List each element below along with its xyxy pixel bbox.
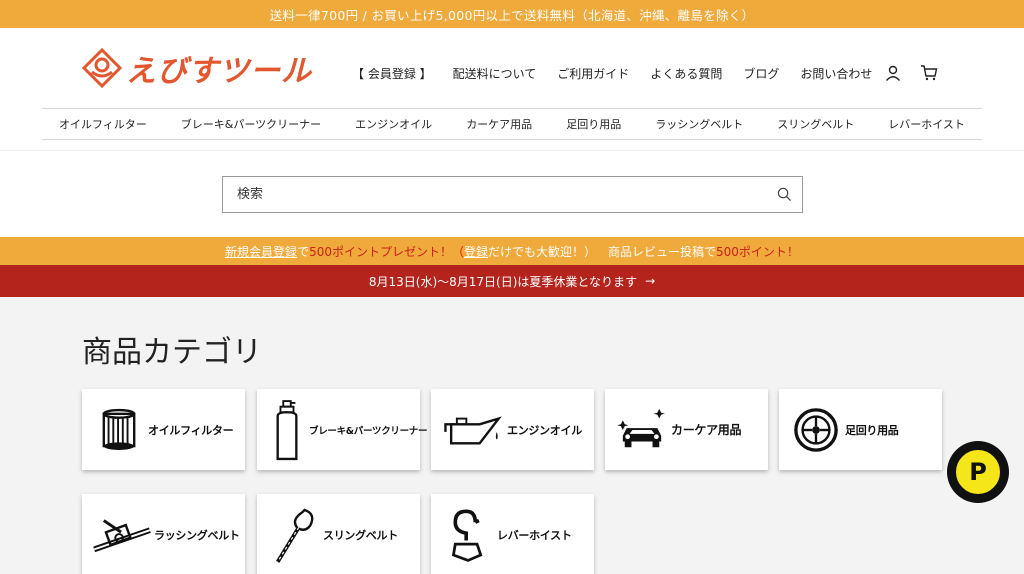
category-card-sling-belt[interactable]: スリングベルト: [257, 494, 420, 574]
category-label: カーケア用品: [671, 423, 742, 437]
points-badge[interactable]: P: [947, 441, 1009, 503]
notice-text: 8月13日(水)〜8月17日(日)は夏季休業となります: [368, 274, 638, 289]
category-label: ブレーキ&パーツクリーナー: [309, 425, 428, 437]
site-logo[interactable]: えびすツール: [82, 46, 312, 90]
hook-icon: [439, 504, 497, 566]
promo-register-link-2[interactable]: 登録: [464, 243, 488, 260]
section-title: 商品カテゴリ: [82, 335, 262, 370]
search-input[interactable]: [237, 187, 766, 202]
promo-text: で: [297, 244, 310, 259]
spray-can-icon: [265, 399, 309, 461]
promo-register-link[interactable]: 新規会員登録: [225, 243, 297, 260]
tire-icon: [787, 399, 845, 461]
notice-bar[interactable]: 8月13日(水)〜8月17日(日)は夏季休業となります →: [0, 265, 1024, 297]
category-card-lever-hoist[interactable]: レバーホイスト: [431, 494, 594, 574]
category-label: レバーホイスト: [497, 528, 572, 542]
nav-guide[interactable]: ご利用ガイド: [557, 65, 629, 82]
catnav-lashing-belt[interactable]: ラッシングベルト: [655, 116, 743, 132]
category-label: 足回り用品: [845, 423, 899, 437]
catnav-suspension[interactable]: 足回り用品: [566, 116, 621, 132]
arrow-right-icon: →: [645, 274, 656, 288]
nav-contact[interactable]: お問い合わせ: [800, 65, 872, 82]
nav-member-register[interactable]: 【 会員登録 】: [352, 65, 432, 82]
site-header: えびすツール 【 会員登録 】 配送料について ご利用ガイド よくある質問 ブロ…: [0, 28, 1024, 150]
cart-icon[interactable]: [920, 64, 938, 82]
oil-can-icon: [439, 399, 507, 461]
promo-text: 商品レビュー投稿で: [596, 244, 717, 259]
category-card-brake-cleaner[interactable]: ブレーキ&パーツクリーナー: [257, 389, 428, 470]
promo-text: だけでも大歓迎！）: [488, 244, 597, 259]
category-card-lashing-belt[interactable]: ラッシングベルト: [82, 494, 245, 574]
announcement-bar: 送料一律700円 / お買い上げ5,000円以上で送料無料（北海道、沖縄、離島を…: [0, 0, 1024, 28]
main-nav: 【 会員登録 】 配送料について ご利用ガイド よくある質問 ブログ お問い合わ…: [352, 65, 893, 82]
category-label: ラッシングベルト: [154, 528, 240, 542]
nav-shipping[interactable]: 配送料について: [453, 65, 537, 82]
catnav-oil-filter[interactable]: オイルフィルター: [59, 116, 147, 132]
catnav-car-care[interactable]: カーケア用品: [466, 116, 532, 132]
sling-icon: [265, 504, 323, 566]
category-label: オイルフィルター: [148, 423, 234, 437]
nav-blog[interactable]: ブログ: [743, 65, 779, 82]
announcement-text: 送料一律700円 / お買い上げ5,000円以上で送料無料（北海道、沖縄、離島を…: [269, 7, 755, 23]
nav-faq[interactable]: よくある質問: [650, 65, 722, 82]
category-card-engine-oil[interactable]: エンジンオイル: [431, 389, 594, 470]
category-label: エンジンオイル: [507, 423, 582, 437]
promo-review-points: 500ポイント！: [716, 244, 799, 259]
search-box: [222, 176, 803, 213]
promo-points: 500ポイントプレゼント！（: [309, 244, 464, 259]
catnav-engine-oil[interactable]: エンジンオイル: [355, 116, 432, 132]
ratchet-belt-icon: [90, 504, 154, 566]
category-card-suspension[interactable]: 足回り用品: [779, 389, 942, 470]
search-section: [0, 150, 1024, 237]
header-icons: [884, 64, 938, 82]
oil-filter-icon: [90, 399, 148, 461]
logo-mark-icon: [82, 48, 122, 88]
points-icon: P: [954, 448, 1002, 496]
account-icon[interactable]: [884, 64, 902, 82]
logo-text: えびすツール: [126, 54, 312, 89]
category-nav: オイルフィルター ブレーキ&パーツクリーナー エンジンオイル カーケア用品 足回…: [42, 108, 982, 140]
main-content: 商品カテゴリ オイルフィルター ブレーキ&パーツクリーナー エンジンオイル カー…: [0, 297, 1024, 574]
catnav-lever-hoist[interactable]: レバーホイスト: [888, 116, 965, 132]
category-label: スリングベルト: [323, 528, 398, 542]
promo-bar: 新規会員登録 で 500ポイントプレゼント！（ 登録 だけでも大歓迎！） 商品レ…: [0, 237, 1024, 265]
car-icon: [613, 399, 671, 461]
search-icon[interactable]: [766, 177, 802, 213]
category-card-oil-filter[interactable]: オイルフィルター: [82, 389, 245, 470]
category-card-car-care[interactable]: カーケア用品: [605, 389, 768, 470]
catnav-brake-cleaner[interactable]: ブレーキ&パーツクリーナー: [181, 116, 321, 132]
catnav-sling-belt[interactable]: スリングベルト: [777, 116, 854, 132]
